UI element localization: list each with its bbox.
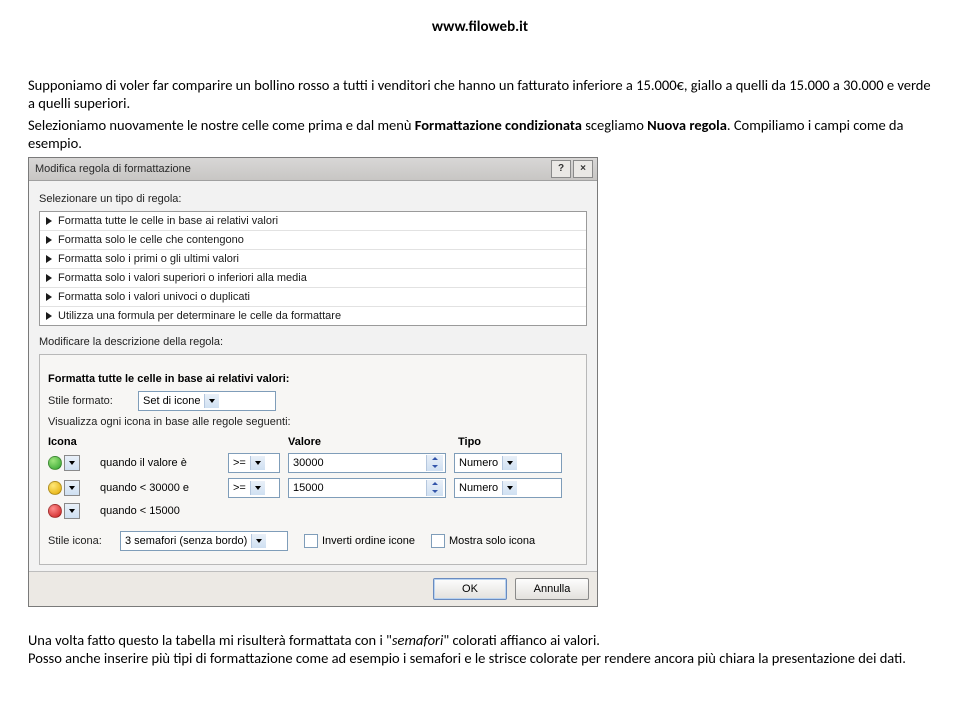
icon-rule-row: quando il valore è >= 30000 Numero — [48, 453, 578, 473]
col-header-icon: Icona — [48, 436, 100, 448]
type-value: Numero — [459, 457, 502, 469]
intro-p2-a: Selezioniamo nuovamente le nostre celle … — [28, 116, 415, 134]
show-only-icon-label: Mostra solo icona — [449, 535, 535, 547]
operator-combo[interactable]: >= — [228, 478, 280, 498]
rule-text: Formatta solo i valori univoci o duplica… — [58, 291, 250, 303]
condition-text: quando il valore è — [100, 457, 228, 469]
range-picker-icon[interactable] — [426, 455, 443, 471]
rule-type-item[interactable]: Formatta tutte le celle in base ai relat… — [40, 212, 586, 231]
type-value: Numero — [459, 482, 502, 494]
intro-p2-bold1: Formattazione condizionata — [415, 116, 582, 134]
range-picker-icon[interactable] — [426, 480, 443, 496]
outro-paragraph-2: Posso anche inserire più tipi di formatt… — [28, 649, 932, 667]
rule-text: Formatta solo le celle che contengono — [58, 234, 244, 246]
rule-text: Formatta solo i valori superiori o infer… — [58, 272, 307, 284]
bullet-icon — [46, 312, 52, 320]
formatting-rule-dialog: Modifica regola di formattazione ? × Sel… — [28, 157, 598, 607]
bullet-icon — [46, 255, 52, 263]
intro-p2-c: scegliamo — [582, 116, 647, 134]
icon-picker-button[interactable] — [64, 455, 80, 471]
invert-order-checkbox[interactable] — [304, 534, 318, 548]
icon-picker-button[interactable] — [64, 503, 80, 519]
operator-value: >= — [233, 457, 250, 469]
value-text: 30000 — [293, 457, 426, 469]
chevron-down-icon — [502, 481, 517, 495]
ok-button[interactable]: OK — [433, 578, 507, 600]
outro-1b-italic: semafori — [392, 631, 443, 649]
icon-rule-row: quando < 15000 — [48, 503, 578, 519]
condition-text: quando < 30000 e — [100, 482, 228, 494]
condition-text: quando < 15000 — [100, 505, 228, 517]
chevron-down-icon — [251, 534, 266, 548]
rule-type-item[interactable]: Formatta solo le celle che contengono — [40, 231, 586, 250]
bullet-icon — [46, 293, 52, 301]
col-header-type: Tipo — [458, 436, 568, 448]
icon-rule-row: quando < 30000 e >= 15000 Numero — [48, 478, 578, 498]
page-header-url: www.filoweb.it — [28, 18, 932, 36]
rule-type-item[interactable]: Formatta solo i valori univoci o duplica… — [40, 288, 586, 307]
section-title: Formatta tutte le celle in base ai relat… — [48, 373, 578, 385]
icon-style-value: 3 semafori (senza bordo) — [125, 535, 251, 547]
bullet-icon — [46, 217, 52, 225]
invert-order-label: Inverti ordine icone — [322, 535, 415, 547]
rule-text: Formatta tutte le celle in base ai relat… — [58, 215, 278, 227]
help-button[interactable]: ? — [551, 160, 571, 178]
traffic-red-icon — [48, 504, 62, 518]
style-format-label: Stile formato: — [48, 395, 138, 407]
bullet-icon — [46, 236, 52, 244]
intro-paragraph-2: Selezioniamo nuovamente le nostre celle … — [28, 116, 932, 152]
traffic-yellow-icon — [48, 481, 62, 495]
style-format-value: Set di icone — [143, 395, 204, 407]
value-text: 15000 — [293, 482, 426, 494]
chevron-down-icon — [250, 481, 265, 495]
type-combo[interactable]: Numero — [454, 453, 562, 473]
value-input[interactable]: 30000 — [288, 453, 446, 473]
bullet-icon — [46, 274, 52, 282]
select-rule-label: Selezionare un tipo di regola: — [39, 193, 587, 205]
operator-combo[interactable]: >= — [228, 453, 280, 473]
outro-1a: Una volta fatto questo la tabella mi ris… — [28, 631, 392, 649]
rule-type-list[interactable]: Formatta tutte le celle in base ai relat… — [39, 211, 587, 326]
cancel-button[interactable]: Annulla — [515, 578, 589, 600]
traffic-green-icon — [48, 456, 62, 470]
rule-text: Utilizza una formula per determinare le … — [58, 310, 341, 322]
value-input[interactable]: 15000 — [288, 478, 446, 498]
col-header-value: Valore — [288, 436, 458, 448]
intro-p2-bold2: Nuova regola — [647, 116, 727, 134]
rule-text: Formatta solo i primi o gli ultimi valor… — [58, 253, 239, 265]
icon-style-combo[interactable]: 3 semafori (senza bordo) — [120, 531, 288, 551]
icon-style-label: Stile icona: — [48, 535, 120, 547]
modify-desc-label: Modificare la descrizione della regola: — [39, 336, 587, 348]
show-only-icon-checkbox[interactable] — [431, 534, 445, 548]
rule-type-item[interactable]: Formatta solo i valori superiori o infer… — [40, 269, 586, 288]
chevron-down-icon — [250, 456, 265, 470]
display-desc: Visualizza ogni icona in base alle regol… — [48, 416, 578, 428]
dialog-title: Modifica regola di formattazione — [35, 163, 549, 175]
chevron-down-icon — [204, 394, 219, 408]
close-button[interactable]: × — [573, 160, 593, 178]
outro-1c: " colorati affianco ai valori. — [443, 631, 600, 649]
rule-type-item[interactable]: Utilizza una formula per determinare le … — [40, 307, 586, 325]
outro-paragraph-1: Una volta fatto questo la tabella mi ris… — [28, 631, 932, 650]
operator-value: >= — [233, 482, 250, 494]
chevron-down-icon — [502, 456, 517, 470]
dialog-titlebar: Modifica regola di formattazione ? × — [29, 158, 597, 181]
rule-type-item[interactable]: Formatta solo i primi o gli ultimi valor… — [40, 250, 586, 269]
style-format-combo[interactable]: Set di icone — [138, 391, 276, 411]
icon-picker-button[interactable] — [64, 480, 80, 496]
dialog-button-bar: OK Annulla — [29, 571, 597, 606]
intro-paragraph-1: Supponiamo di voler far comparire un bol… — [28, 76, 932, 112]
type-combo[interactable]: Numero — [454, 478, 562, 498]
